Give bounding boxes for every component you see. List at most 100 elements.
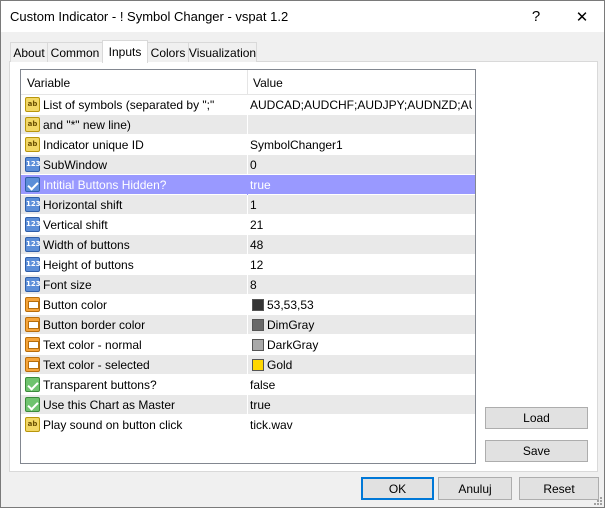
tab-about[interactable]: About xyxy=(10,42,48,62)
table-row[interactable]: 123 Font size 8 xyxy=(21,275,475,295)
table-row[interactable]: Intitial Buttons Hidden? true xyxy=(21,175,475,195)
variable-name: Horizontal shift xyxy=(43,198,123,212)
table-row[interactable]: Text color - normal DarkGray xyxy=(21,335,475,355)
table-row[interactable]: Use this Chart as Master true xyxy=(21,395,475,415)
reset-button[interactable]: Reset xyxy=(519,477,599,500)
color-icon xyxy=(25,357,40,372)
resize-grip-icon[interactable] xyxy=(592,495,602,505)
ok-button[interactable]: OK xyxy=(361,477,434,500)
color-swatch[interactable] xyxy=(252,339,264,351)
close-button[interactable]: ✕ xyxy=(559,1,605,32)
variable-name: Button color xyxy=(43,298,108,312)
column-divider xyxy=(247,195,248,215)
string-icon: ab xyxy=(25,117,40,132)
window-title: Custom Indicator - ! Symbol Changer - vs… xyxy=(10,9,289,24)
variable-value[interactable]: 8 xyxy=(250,278,472,292)
variable-value[interactable]: 48 xyxy=(250,238,472,252)
variable-value[interactable]: DarkGray xyxy=(267,338,475,352)
table-row[interactable]: ab and "*" new line) xyxy=(21,115,475,135)
boolean-green-icon xyxy=(25,397,40,412)
integer-icon: 123 xyxy=(25,257,41,272)
integer-icon: 123 xyxy=(25,197,41,212)
variable-value[interactable]: SymbolChanger1 xyxy=(250,138,472,152)
variable-value[interactable]: true xyxy=(250,398,472,412)
save-button[interactable]: Save xyxy=(485,440,588,462)
column-divider xyxy=(247,135,248,155)
column-divider xyxy=(247,175,248,195)
title-bar[interactable]: Custom Indicator - ! Symbol Changer - vs… xyxy=(1,1,604,32)
integer-icon: 123 xyxy=(25,277,41,292)
table-row[interactable]: 123 Vertical shift 21 xyxy=(21,215,475,235)
integer-icon: 123 xyxy=(25,237,41,252)
variable-value[interactable]: 21 xyxy=(250,218,472,232)
header-variable[interactable]: Variable xyxy=(27,76,70,90)
variable-name: Font size xyxy=(43,278,92,292)
column-divider xyxy=(247,395,248,415)
variable-name: Use this Chart as Master xyxy=(43,398,176,412)
variable-value[interactable]: false xyxy=(250,378,472,392)
integer-icon: 123 xyxy=(25,157,41,172)
tab-visualization[interactable]: Visualization xyxy=(188,42,257,62)
table-row[interactable]: 123 SubWindow 0 xyxy=(21,155,475,175)
string-icon: ab xyxy=(25,97,40,112)
table-row[interactable]: 123 Horizontal shift 1 xyxy=(21,195,475,215)
variable-value[interactable]: DimGray xyxy=(267,318,475,332)
help-button[interactable]: ? xyxy=(513,1,559,32)
variable-value[interactable]: Gold xyxy=(267,358,475,372)
header-value[interactable]: Value xyxy=(253,76,283,90)
column-divider xyxy=(247,415,248,435)
color-icon xyxy=(25,317,40,332)
column-divider xyxy=(247,355,248,375)
column-divider xyxy=(247,275,248,295)
column-divider xyxy=(247,215,248,235)
integer-icon: 123 xyxy=(25,217,41,232)
variable-value[interactable]: true xyxy=(250,178,472,192)
table-row[interactable]: 123 Height of buttons 12 xyxy=(21,255,475,275)
string-icon: ab xyxy=(25,137,40,152)
color-swatch[interactable] xyxy=(252,319,264,331)
table-row[interactable]: ab Indicator unique ID SymbolChanger1 xyxy=(21,135,475,155)
variable-value[interactable]: 53,53,53 xyxy=(267,298,475,312)
variable-name: Height of buttons xyxy=(43,258,134,272)
string-icon: ab xyxy=(25,417,40,432)
cancel-button[interactable]: Anuluj xyxy=(438,477,512,500)
tab-colors[interactable]: Colors xyxy=(147,42,189,62)
column-divider xyxy=(247,115,248,135)
load-button[interactable]: Load xyxy=(485,407,588,429)
column-divider xyxy=(247,235,248,255)
variable-value[interactable]: tick.wav xyxy=(250,418,472,432)
variable-name: Button border color xyxy=(43,318,146,332)
color-swatch[interactable] xyxy=(252,299,264,311)
variable-name: Intitial Buttons Hidden? xyxy=(43,178,167,192)
column-divider xyxy=(247,375,248,395)
column-divider xyxy=(247,155,248,175)
variable-name: Play sound on button click xyxy=(43,418,183,432)
column-divider xyxy=(247,295,248,315)
variable-value[interactable]: 1 xyxy=(250,198,472,212)
color-icon xyxy=(25,297,40,312)
table-row[interactable]: ab List of symbols (separated by ";" AUDCA… xyxy=(21,95,475,115)
variable-name: List of symbols (separated by ";" xyxy=(43,98,215,112)
variable-value[interactable]: 0 xyxy=(250,158,472,172)
grid-rows: ab List of symbols (separated by ";" AUDCA… xyxy=(21,95,475,435)
inputs-grid[interactable]: Variable Value ab List of symbols (separa… xyxy=(20,69,476,464)
table-row[interactable]: ab Play sound on button click tick.wav xyxy=(21,415,475,435)
variable-name: Vertical shift xyxy=(43,218,108,232)
tab-inputs[interactable]: Inputs xyxy=(102,40,148,63)
header-divider[interactable] xyxy=(247,70,248,95)
grid-header: Variable Value xyxy=(21,70,475,95)
table-row[interactable]: 123 Width of buttons 48 xyxy=(21,235,475,255)
column-divider xyxy=(247,315,248,335)
variable-value[interactable]: 12 xyxy=(250,258,472,272)
variable-name: SubWindow xyxy=(43,158,108,172)
table-row[interactable]: Button color 53,53,53 xyxy=(21,295,475,315)
boolean-green-icon xyxy=(25,377,40,392)
variable-value[interactable]: AUDCAD;AUDCHF;AUDJPY;AUDNZD;AU... xyxy=(250,98,472,112)
tab-common[interactable]: Common xyxy=(47,42,103,62)
table-row[interactable]: Button border color DimGray xyxy=(21,315,475,335)
column-divider xyxy=(247,255,248,275)
variable-name: Indicator unique ID xyxy=(43,138,144,152)
table-row[interactable]: Transparent buttons? false xyxy=(21,375,475,395)
table-row[interactable]: Text color - selected Gold xyxy=(21,355,475,375)
color-swatch[interactable] xyxy=(252,359,264,371)
